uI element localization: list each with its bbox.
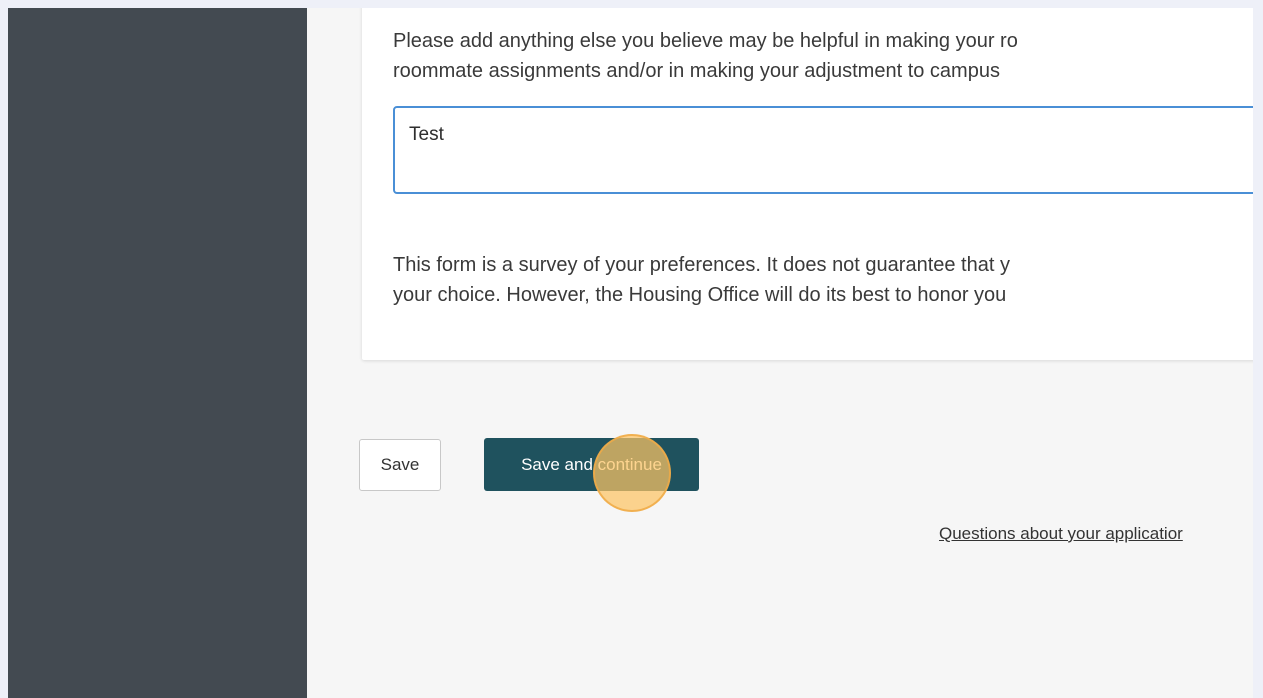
save-button[interactable]: Save xyxy=(359,439,441,491)
prompt-line-2: roommate assignments and/or in making yo… xyxy=(393,60,1000,82)
preferences-notice: This form is a survey of your preference… xyxy=(393,250,1253,310)
notice-line-2: your choice. However, the Housing Office… xyxy=(393,284,1007,306)
notice-line-1: This form is a survey of your preference… xyxy=(393,254,1010,276)
application-questions-link[interactable]: Questions about your applicatior xyxy=(939,524,1183,544)
additional-info-textarea[interactable]: Test xyxy=(393,106,1253,194)
prompt-line-1: Please add anything else you believe may… xyxy=(393,30,1018,52)
save-and-continue-button[interactable]: Save and continue xyxy=(484,438,699,491)
sidebar xyxy=(8,8,307,698)
additional-info-prompt: Please add anything else you believe may… xyxy=(393,26,1253,86)
main-content: Please add anything else you believe may… xyxy=(307,8,1253,698)
app-frame: Please add anything else you believe may… xyxy=(8,8,1253,698)
